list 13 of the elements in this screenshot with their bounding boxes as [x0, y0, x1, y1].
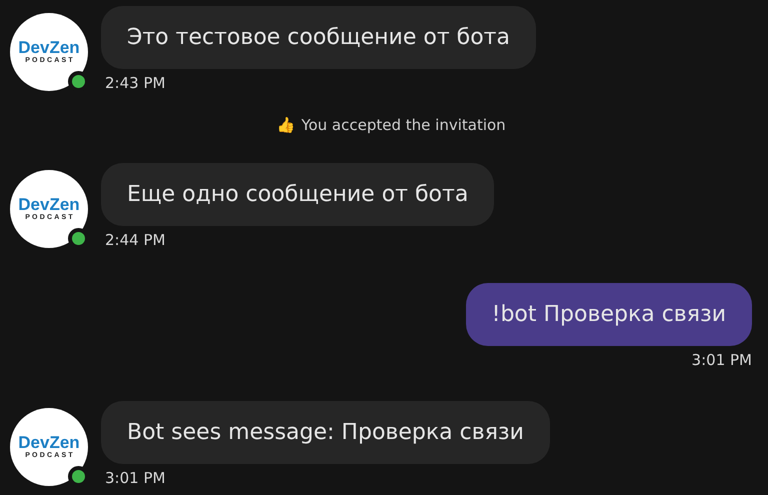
message-bubble: Bot sees message: Проверка связи — [101, 401, 550, 464]
message-bubble: Это тестовое сообщение от бота — [101, 6, 536, 69]
avatar-logo-title: DevZen — [18, 434, 80, 451]
message-time: 2:43 PM — [104, 73, 166, 93]
message-time: 3:01 PM — [690, 350, 752, 370]
message-bubble: Еще одно сообщение от бота — [101, 163, 494, 226]
avatar-logo-title: DevZen — [18, 196, 80, 213]
message-time: 2:44 PM — [104, 230, 166, 250]
avatar-logo-title: DevZen — [18, 39, 80, 56]
thumbs-up-icon: 👍 — [276, 116, 296, 134]
message-time: 3:01 PM — [104, 468, 166, 488]
system-notice: You accepted the invitation — [301, 116, 506, 134]
message-bubble: !bot Проверка связи — [466, 283, 752, 346]
